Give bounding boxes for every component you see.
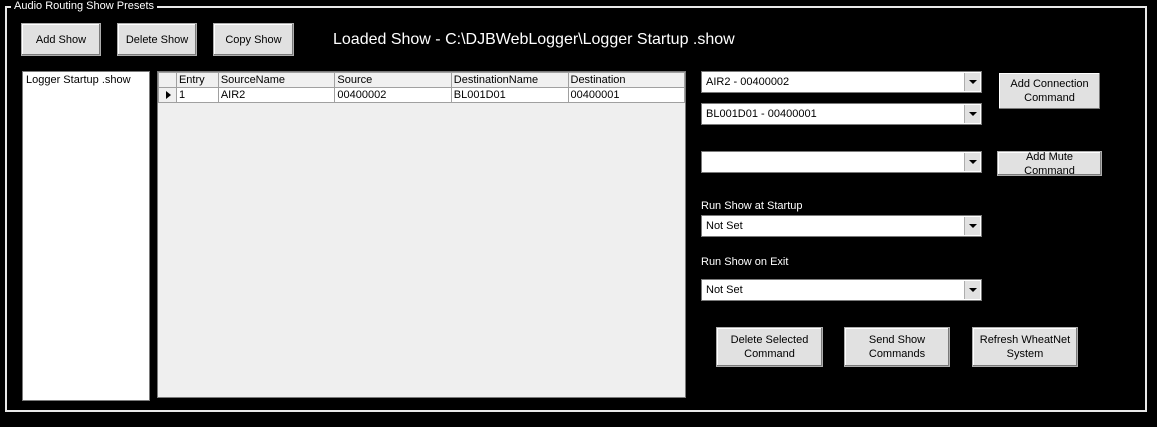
delete-selected-command-button[interactable]: Delete Selected Command xyxy=(716,327,823,367)
chevron-down-icon xyxy=(968,80,977,84)
run-on-exit-label: Run Show on Exit xyxy=(701,256,789,268)
column-header-destination[interactable]: Destination xyxy=(567,72,685,88)
chevron-down-icon xyxy=(968,288,977,292)
commands-grid[interactable]: Entry SourceName Source DestinationName … xyxy=(157,71,686,398)
source-select-value: AIR2 - 00400002 xyxy=(706,76,790,88)
show-list[interactable]: Logger Startup .show xyxy=(22,71,150,401)
loaded-show-title: Loaded Show - C:\DJBWebLogger\Logger Sta… xyxy=(333,31,735,48)
chevron-down-icon xyxy=(968,160,977,164)
column-header-source[interactable]: Source xyxy=(334,72,452,88)
copy-show-button[interactable]: Copy Show xyxy=(213,23,294,56)
run-on-exit-value: Not Set xyxy=(706,284,743,296)
column-header-destinationname[interactable]: DestinationName xyxy=(450,72,569,88)
group-title: Audio Routing Show Presets xyxy=(11,0,158,12)
run-on-exit-select[interactable]: Not Set xyxy=(701,279,982,301)
add-connection-command-button[interactable]: Add Connection Command xyxy=(997,71,1102,111)
chevron-down-icon xyxy=(968,112,977,116)
cell-sourcename[interactable]: AIR2 xyxy=(217,87,336,103)
dropdown-button[interactable] xyxy=(964,281,980,299)
dropdown-button[interactable] xyxy=(964,153,980,171)
run-at-startup-select[interactable]: Not Set xyxy=(701,215,982,237)
refresh-wheatnet-button[interactable]: Refresh WheatNet System xyxy=(972,327,1078,367)
mute-select[interactable] xyxy=(701,151,982,173)
current-row-icon xyxy=(166,91,171,99)
dropdown-button[interactable] xyxy=(964,105,980,123)
dropdown-button[interactable] xyxy=(964,73,980,91)
send-show-commands-button[interactable]: Send Show Commands xyxy=(844,327,950,367)
cell-entry[interactable]: 1 xyxy=(175,87,219,103)
destination-select-value: BL001D01 - 00400001 xyxy=(706,108,817,120)
source-select[interactable]: AIR2 - 00400002 xyxy=(701,71,982,93)
add-show-button[interactable]: Add Show xyxy=(21,23,101,56)
table-row[interactable]: 1 AIR2 00400002 BL001D01 00400001 xyxy=(158,87,685,103)
delete-show-button[interactable]: Delete Show xyxy=(117,23,197,56)
grid-corner-header xyxy=(158,72,177,88)
row-selector[interactable] xyxy=(158,87,177,103)
cell-source[interactable]: 00400002 xyxy=(334,87,452,103)
run-at-startup-value: Not Set xyxy=(706,220,743,232)
cell-destination[interactable]: 00400001 xyxy=(567,87,685,103)
column-header-entry[interactable]: Entry xyxy=(175,72,219,88)
dropdown-button[interactable] xyxy=(964,217,980,235)
cell-destinationname[interactable]: BL001D01 xyxy=(450,87,569,103)
chevron-down-icon xyxy=(968,224,977,228)
add-mute-command-button[interactable]: Add Mute Command xyxy=(997,151,1102,177)
show-list-item[interactable]: Logger Startup .show xyxy=(23,72,149,88)
column-header-sourcename[interactable]: SourceName xyxy=(217,72,336,88)
run-at-startup-label: Run Show at Startup xyxy=(701,200,803,212)
destination-select[interactable]: BL001D01 - 00400001 xyxy=(701,103,982,125)
